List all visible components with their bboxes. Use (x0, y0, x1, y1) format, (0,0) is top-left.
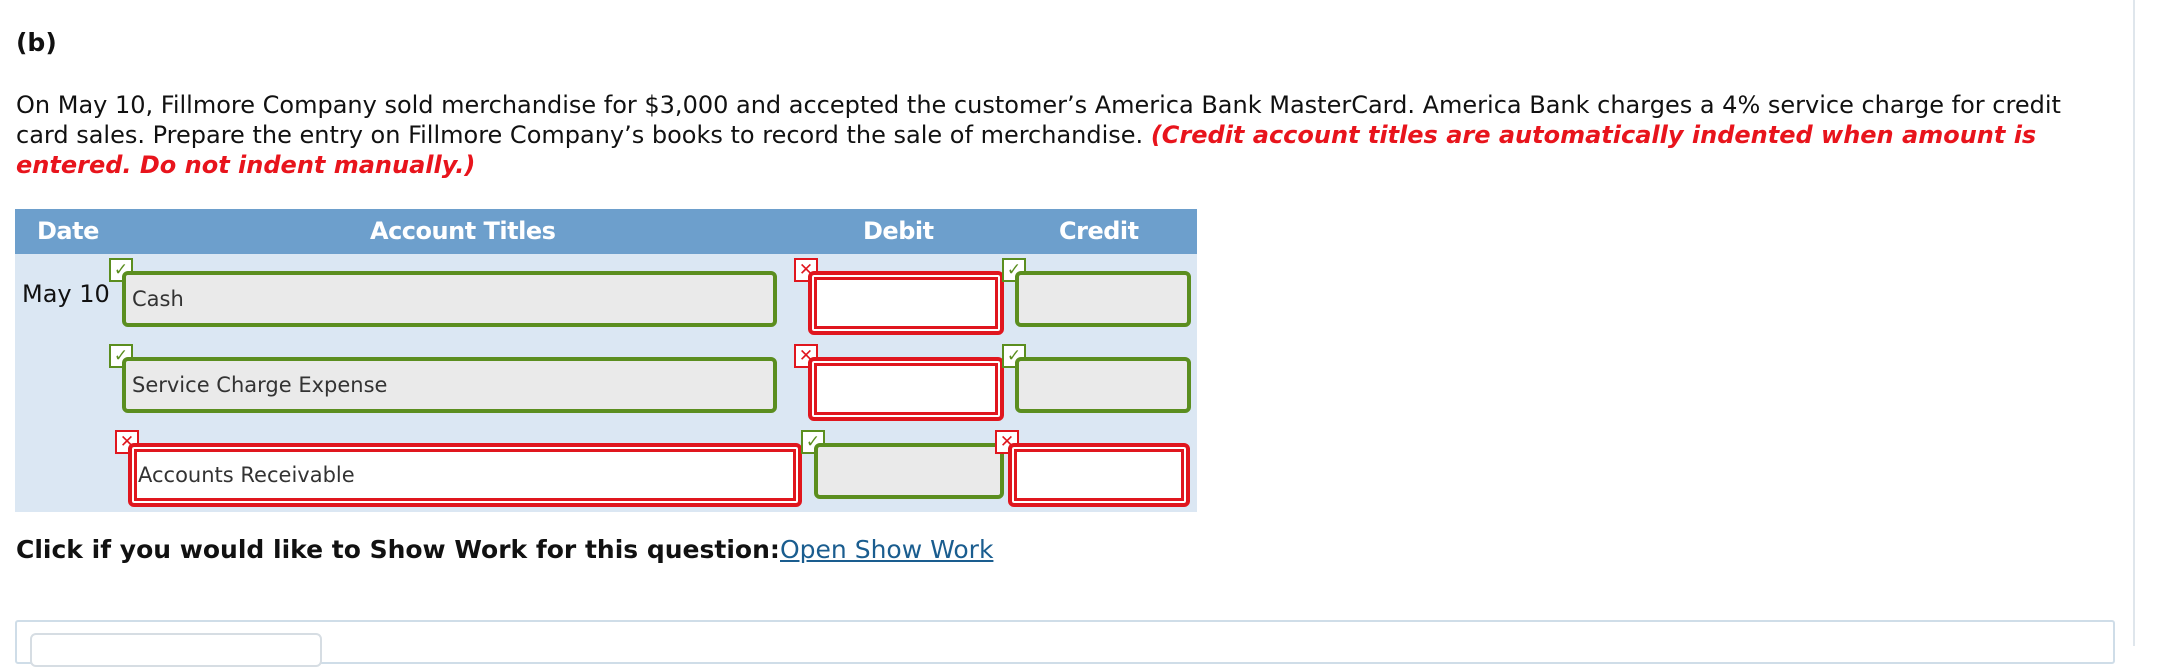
bottom-panel (15, 620, 2115, 664)
show-work-prompt: Click if you would like to Show Work for… (16, 535, 780, 564)
open-show-work-link[interactable]: Open Show Work (780, 535, 993, 564)
credit-input[interactable] (1015, 357, 1191, 413)
credit-header: Credit (1059, 217, 1139, 245)
account-titles-header: Account Titles (370, 217, 556, 245)
account-title-input[interactable]: Cash (122, 271, 777, 327)
debit-input[interactable] (808, 271, 1004, 335)
account-title-input[interactable]: Accounts Receivable (128, 443, 802, 507)
debit-input[interactable] (814, 443, 1004, 499)
table-header: Date Account Titles Debit Credit (15, 209, 1197, 254)
date-header: Date (37, 217, 99, 245)
question-text: On May 10, Fillmore Company sold merchan… (16, 90, 2096, 180)
account-title-input[interactable]: Service Charge Expense (122, 357, 777, 413)
row-date: May 10 (22, 280, 110, 308)
part-label: (b) (16, 28, 57, 57)
debit-header: Debit (863, 217, 934, 245)
bottom-tab[interactable] (30, 633, 322, 667)
credit-input[interactable] (1015, 271, 1191, 327)
journal-entry-table: Date Account Titles Debit Credit May 10 … (15, 209, 1197, 512)
credit-input[interactable] (1008, 443, 1190, 507)
debit-input[interactable] (808, 357, 1004, 421)
divider (2133, 0, 2135, 646)
